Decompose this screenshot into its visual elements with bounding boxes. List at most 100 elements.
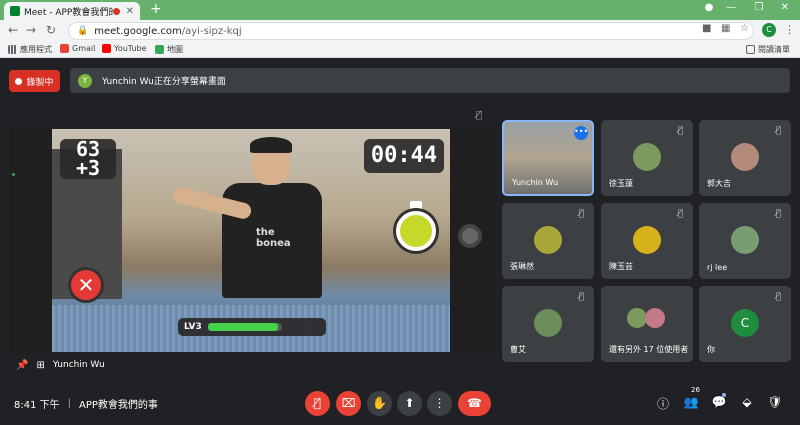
- participant-avatar: [645, 308, 665, 328]
- forward-icon[interactable]: →: [26, 23, 36, 37]
- mic-off-icon: 🎙̸: [578, 292, 584, 302]
- recording-badge[interactable]: 錄製中: [9, 70, 60, 92]
- reload-icon[interactable]: ↻: [46, 23, 56, 37]
- score-bonus: +3: [75, 156, 101, 180]
- camera-off-icon: ⌧: [341, 396, 356, 410]
- participant-tile[interactable]: 🎙̸ 張琳然: [502, 203, 594, 279]
- score-display: 63 +3: [60, 139, 116, 179]
- presenting-text: Yunchin Wu正在分享螢幕畫面: [102, 77, 226, 87]
- mic-off-button[interactable]: 🎙̸: [305, 391, 330, 416]
- bookmark-star-icon[interactable]: ☆: [740, 23, 749, 34]
- bookmark-label: 應用程式: [20, 45, 52, 54]
- mic-off-icon: 🎙̸: [677, 209, 683, 219]
- chat-icon[interactable]: 💬: [710, 395, 728, 409]
- participant-name: rj lee: [707, 263, 728, 272]
- reading-list-button[interactable]: 閱讀清單: [746, 44, 790, 55]
- chat-notification-dot: [722, 393, 726, 397]
- bookmark-label: Gmail: [72, 44, 96, 53]
- reading-list-label: 閱讀清單: [758, 45, 790, 54]
- mic-off-icon: 🎙̸: [775, 209, 781, 219]
- raise-hand-button[interactable]: ✋: [367, 391, 392, 416]
- profile-avatar[interactable]: C: [762, 23, 776, 37]
- pin-icon[interactable]: 📌: [16, 360, 28, 371]
- clock-time: 8:41 下午: [14, 400, 60, 411]
- participant-tile[interactable]: 🎙̸ 徐玉蓮: [601, 120, 693, 196]
- mic-off-icon: 🎙̸: [313, 396, 322, 410]
- bookmark-youtube[interactable]: YouTube: [102, 44, 147, 53]
- participant-tile[interactable]: 🎙̸ 曹艾: [502, 286, 594, 362]
- more-options-icon[interactable]: •••: [574, 126, 588, 140]
- presenting-banner: Y Yunchin Wu正在分享螢幕畫面: [70, 68, 790, 93]
- tab-title: Meet - APP教會我們的事: [24, 7, 113, 18]
- gmail-icon: [60, 44, 69, 53]
- presentation-video[interactable]: the bonea 63 +3 00:44 ✕ LV3: [10, 129, 492, 352]
- host-controls-icon[interactable]: 🛡: [766, 395, 784, 409]
- new-tab-button[interactable]: +: [150, 1, 162, 17]
- recording-label: 錄製中: [26, 77, 54, 88]
- maps-icon: [155, 45, 164, 54]
- bookmark-label: YouTube: [114, 44, 147, 53]
- chrome-menu-icon[interactable]: ⋮: [784, 23, 795, 36]
- youtube-icon: [102, 44, 111, 53]
- bookmark-gmail[interactable]: Gmail: [60, 44, 95, 53]
- target-cap: [410, 201, 422, 211]
- back-icon[interactable]: ←: [8, 23, 18, 37]
- browser-tab[interactable]: Meet - APP教會我們的事 ✕: [4, 2, 140, 20]
- participant-avatar: [627, 308, 647, 328]
- mic-off-icon: 🎙̸: [476, 110, 483, 121]
- browser-title-bar: Meet - APP教會我們的事 ✕ + ● — ❐ ✕: [0, 0, 800, 20]
- info-separator: |: [67, 398, 72, 409]
- participant-avatar: [731, 226, 759, 254]
- participant-tile[interactable]: 🎙̸ rj lee: [699, 203, 791, 279]
- minimize-window-icon[interactable]: —: [716, 2, 746, 13]
- present-button[interactable]: ⬆: [397, 391, 422, 416]
- player-figure: the bonea: [171, 137, 332, 299]
- bookmark-apps[interactable]: 應用程式: [8, 44, 52, 55]
- others-tile[interactable]: 還有另外 17 位使用者: [601, 286, 693, 362]
- participant-name: 張琳然: [510, 262, 534, 271]
- participant-tile[interactable]: 🎙̸ 郭大吉: [699, 120, 791, 196]
- meeting-title: APP教會我們的事: [79, 400, 158, 411]
- participant-tile-video[interactable]: ••• Yunchin Wu: [502, 120, 594, 196]
- shared-screen-game: the bonea 63 +3 00:44 ✕ LV3: [52, 129, 450, 352]
- more-options-button[interactable]: ⋮: [427, 391, 452, 416]
- level-progress-track: [207, 323, 282, 331]
- presenter-caption: 📌 ⊞ Yunchin Wu: [16, 358, 105, 372]
- lock-icon: 🔒: [77, 26, 89, 36]
- leave-call-button[interactable]: ☎: [458, 391, 491, 416]
- participant-name: Yunchin Wu: [512, 178, 559, 187]
- participant-avatar: [731, 143, 759, 171]
- participant-name: 曹艾: [510, 345, 526, 354]
- camera-in-use-icon[interactable]: ■: [702, 23, 711, 34]
- mic-off-icon: 🎙̸: [578, 209, 584, 219]
- level-progress-fill: [207, 323, 279, 331]
- side-knob-icon: [458, 224, 482, 248]
- bookmark-maps[interactable]: 地圖: [155, 44, 183, 55]
- info-icon[interactable]: ⓘ: [654, 395, 672, 412]
- people-count-badge: 26: [691, 386, 700, 394]
- meet-favicon-icon: [10, 6, 20, 16]
- record-dot-icon: [15, 77, 23, 85]
- address-bar[interactable]: 🔒 meet.google.com/ayi-sipz-kqj: [68, 22, 754, 40]
- people-icon[interactable]: 👥: [682, 395, 700, 409]
- self-tile[interactable]: 🎙̸ C 你: [699, 286, 791, 362]
- close-tab-icon[interactable]: ✕: [126, 6, 134, 17]
- activities-icon[interactable]: ⬙: [738, 395, 756, 409]
- browser-toolbar: ← → ↻ 🔒 meet.google.com/ayi-sipz-kqj ■ ▦…: [0, 20, 800, 42]
- qr-code-icon[interactable]: ▦: [721, 23, 730, 34]
- camera-off-button[interactable]: ⌧: [336, 391, 361, 416]
- others-count-label: 還有另外 17 位使用者: [609, 345, 689, 354]
- raise-hand-icon: ✋: [372, 396, 387, 410]
- shirt-print: the bonea: [256, 227, 291, 249]
- mic-off-icon: 🎙̸: [775, 126, 781, 136]
- participant-avatar: [534, 309, 562, 337]
- cancel-x-icon: ✕: [68, 267, 104, 303]
- presenter-avatar: Y: [78, 73, 92, 88]
- self-avatar: C: [731, 309, 759, 337]
- url-path: /ayi-sipz-kqj: [181, 25, 242, 37]
- mic-off-icon: 🎙̸: [775, 292, 781, 302]
- bookmark-label: 地圖: [167, 45, 183, 54]
- close-window-icon[interactable]: ✕: [770, 2, 800, 13]
- participant-name: 陳玉芸: [609, 262, 633, 271]
- participant-tile[interactable]: 🎙̸ 陳玉芸: [601, 203, 693, 279]
